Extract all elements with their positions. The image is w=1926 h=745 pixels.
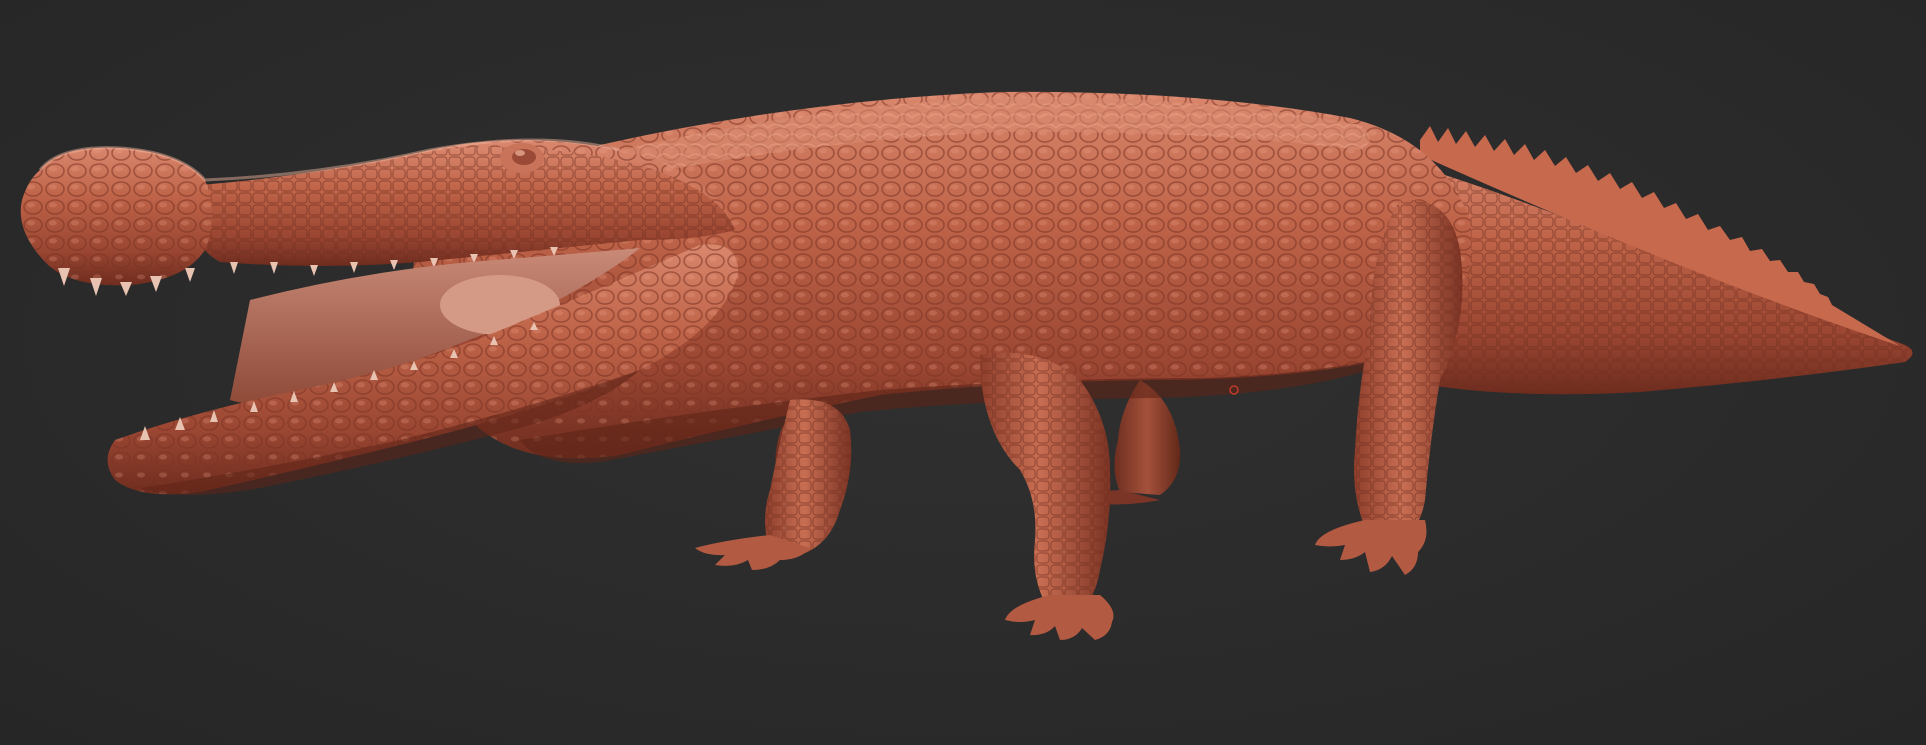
sculpt-viewport[interactable] bbox=[0, 0, 1926, 745]
crocodile-sculpt-icon bbox=[20, 91, 1913, 640]
